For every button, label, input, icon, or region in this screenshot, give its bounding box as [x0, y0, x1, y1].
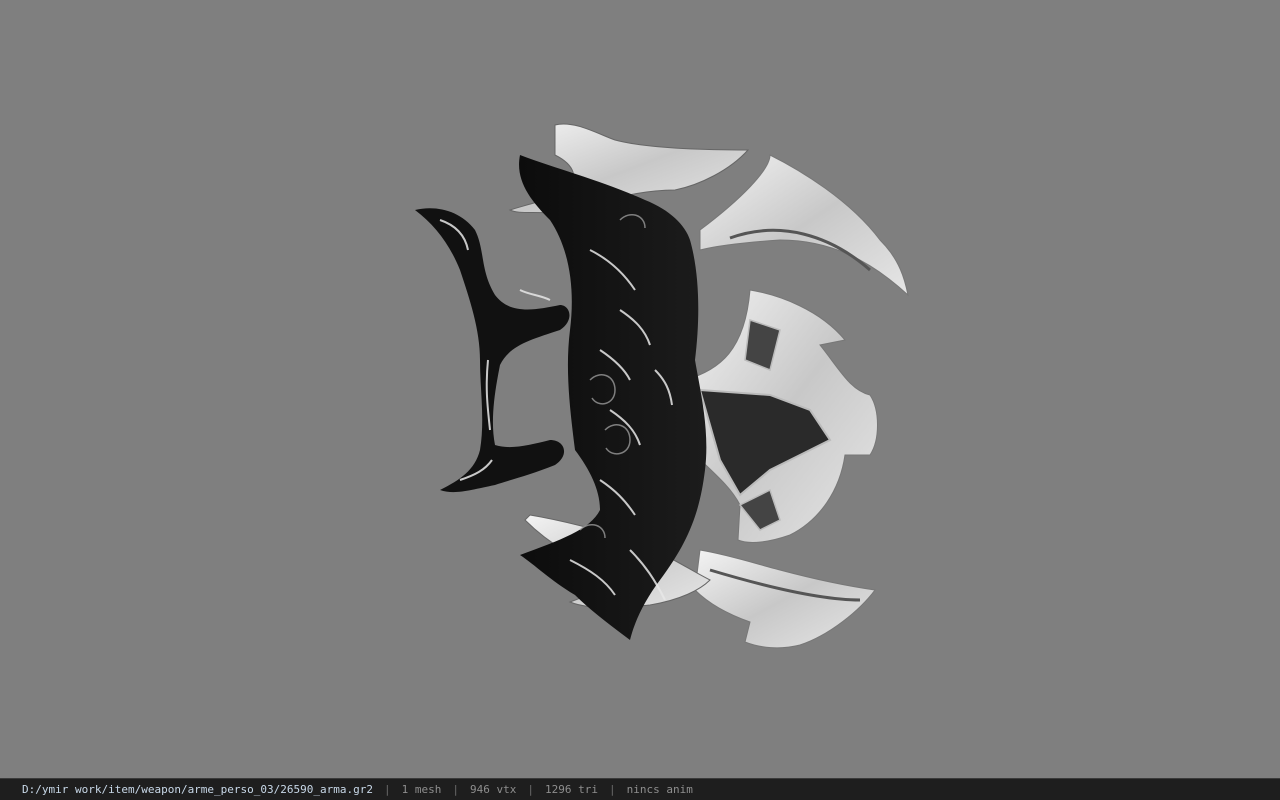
separator: | [384, 783, 391, 796]
separator: | [608, 783, 616, 796]
vertex-count: 946 vtx [470, 783, 517, 796]
separator: | [527, 783, 534, 796]
upper-blade [699, 154, 909, 297]
weapon-model-render [415, 123, 909, 649]
status-bar: D:/ymir work/item/weapon/arme_perso_03/2… [0, 778, 1280, 800]
separator: | [452, 783, 459, 796]
file-path[interactable]: D:/ymir work/item/weapon/arme_perso_03/2… [22, 783, 373, 796]
mesh-count: 1 mesh [401, 783, 442, 796]
triangle-count: 1296 tri [544, 783, 598, 796]
3d-viewport[interactable] [0, 0, 1280, 778]
left-arm [415, 208, 570, 493]
animation-status: nincs anim [626, 783, 693, 796]
